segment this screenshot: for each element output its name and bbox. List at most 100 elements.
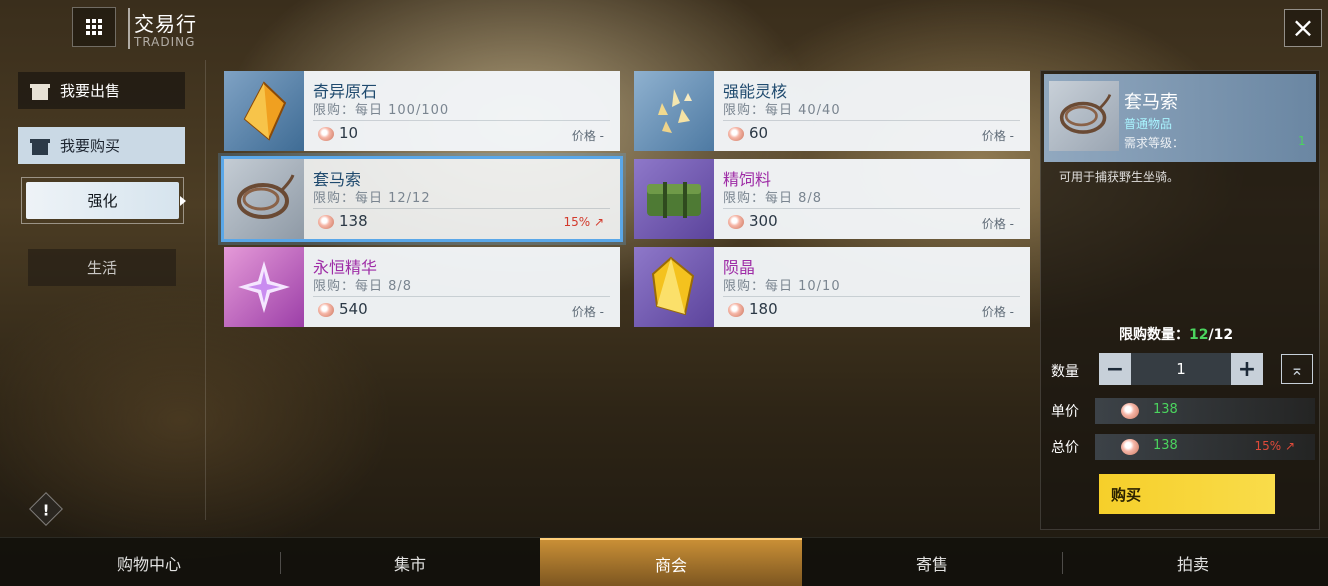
unit-price-value: 138: [1153, 402, 1178, 417]
price-trend: 价格 -: [981, 129, 1014, 143]
category-life[interactable]: 生活: [28, 249, 176, 286]
divider: [723, 120, 1020, 121]
quantity-input[interactable]: 1: [1131, 353, 1231, 385]
total-price-label: 总价: [1051, 440, 1079, 456]
yellow-crystal-icon: [651, 256, 695, 316]
buy-button[interactable]: 购买: [1099, 474, 1275, 514]
currency-icon: [318, 127, 334, 141]
item-thumb: [224, 159, 304, 239]
detail-description: 可用于捕获野生坐骑。: [1059, 170, 1180, 184]
item-price: 180: [749, 300, 778, 318]
info-icon[interactable]: !: [29, 492, 63, 526]
currency-icon: [728, 215, 744, 229]
price-trend: 15% ↗: [563, 215, 604, 229]
buy-nav-button[interactable]: 我要购买: [18, 127, 185, 164]
divider: [313, 208, 610, 209]
total-price-bar: 138 15% ↗: [1095, 434, 1315, 460]
currency-icon: [1121, 403, 1139, 419]
divider: [723, 208, 1020, 209]
item-card-selected[interactable]: 套马索 限购：每日 12/12 138 15% ↗: [221, 156, 623, 242]
item-limit: 限购：每日 8/8: [723, 191, 823, 206]
item-card[interactable]: 陨晶 限购：每日 10/10 180 价格 -: [634, 247, 1030, 327]
item-thumb: [634, 71, 714, 151]
item-thumb: [634, 159, 714, 239]
currency-icon: [728, 127, 744, 141]
item-price: 138: [339, 212, 368, 230]
detail-req-value: 1: [1298, 134, 1306, 148]
quantity-plus-button[interactable]: +: [1231, 353, 1263, 385]
close-button[interactable]: ×: [1284, 9, 1322, 47]
purchase-limit: 限购数量：12/12: [1119, 327, 1234, 343]
buy-label: 我要购买: [60, 137, 121, 155]
item-detail-panel: 套马索 普通物品 需求等级： 1 可用于捕获野生坐骑。 限购数量：12/12 数…: [1040, 70, 1320, 530]
currency-icon: [318, 215, 334, 229]
category-enhance-label: 强化: [87, 192, 118, 210]
item-card[interactable]: 永恒精华 限购：每日 8/8 540 价格 -: [224, 247, 620, 327]
divider: [313, 296, 610, 297]
detail-header: 套马索 普通物品 需求等级： 1: [1044, 74, 1316, 162]
unit-price-bar: 138: [1095, 398, 1315, 424]
total-price-trend: 15% ↗: [1254, 439, 1295, 453]
lasso-icon: [237, 174, 295, 219]
price-trend: 价格 -: [571, 305, 604, 319]
close-icon: ×: [1291, 11, 1315, 44]
tab-auction[interactable]: 拍卖: [1062, 538, 1324, 586]
tab-chamber[interactable]: 商会: [540, 538, 802, 586]
category-life-label: 生活: [86, 259, 117, 277]
item-price: 540: [339, 300, 368, 318]
price-trend: 价格 -: [981, 217, 1014, 231]
gift-icon: [30, 81, 50, 101]
quantity-max-button[interactable]: ⌅: [1281, 354, 1313, 384]
total-price-value: 138: [1153, 438, 1178, 453]
detail-req-label: 需求等级：: [1124, 136, 1185, 150]
page-title-block: 交易行 TRADING: [128, 8, 197, 49]
tab-shopping-center[interactable]: 购物中心: [18, 538, 280, 586]
currency-icon: [318, 303, 334, 317]
price-trend: 价格 -: [981, 305, 1014, 319]
unit-price-label: 单价: [1051, 404, 1079, 420]
menu-grid-button[interactable]: [72, 7, 116, 47]
item-limit: 限购：每日 10/10: [723, 279, 841, 294]
item-card[interactable]: 强能灵核 限购：每日 40/40 60 价格 -: [634, 71, 1030, 151]
orange-crystal-icon: [243, 81, 287, 141]
grid-icon: [86, 19, 102, 35]
item-limit: 限购：每日 12/12: [313, 191, 431, 206]
currency-icon: [1121, 439, 1139, 455]
divider: [313, 120, 610, 121]
hay-bale-icon: [647, 182, 701, 218]
item-price: 10: [339, 124, 359, 142]
item-limit: 限购：每日 100/100: [313, 103, 450, 118]
detail-thumb: [1049, 81, 1119, 151]
item-thumb: [224, 247, 304, 327]
tab-consignment[interactable]: 寄售: [802, 538, 1062, 586]
price-trend: 价格 -: [571, 129, 604, 143]
quantity-label: 数量: [1051, 364, 1079, 380]
lasso-icon: [1059, 94, 1112, 134]
item-thumb: [224, 71, 304, 151]
divider: [205, 60, 206, 520]
tab-market[interactable]: 集市: [280, 538, 540, 586]
sparkle-essence-icon: [238, 261, 290, 313]
selected-arrow-icon: [180, 196, 186, 206]
item-limit: 限购：每日 8/8: [313, 279, 413, 294]
item-price: 300: [749, 212, 778, 230]
category-enhance[interactable]: 强化: [26, 182, 179, 219]
bottom-tab-bar: 购物中心 集市 商会 寄售 拍卖: [0, 537, 1328, 586]
sell-nav-button[interactable]: 我要出售: [18, 72, 185, 109]
gift-icon: [30, 136, 50, 156]
currency-icon: [728, 303, 744, 317]
page-title: 交易行: [134, 12, 197, 36]
quantity-minus-button[interactable]: −: [1099, 353, 1131, 385]
item-price: 60: [749, 124, 769, 142]
item-thumb: [634, 247, 714, 327]
item-card[interactable]: 精饲料 限购：每日 8/8 300 价格 -: [634, 159, 1030, 239]
sell-label: 我要出售: [60, 82, 121, 100]
divider: [723, 296, 1020, 297]
max-icon: ⌅: [1290, 359, 1304, 379]
crystal-shards-icon: [658, 89, 692, 133]
detail-rarity: 普通物品: [1124, 117, 1173, 131]
item-limit: 限购：每日 40/40: [723, 103, 841, 118]
detail-name: 套马索: [1124, 92, 1178, 113]
page-subtitle: TRADING: [134, 35, 196, 49]
item-card[interactable]: 奇异原石 限购：每日 100/100 10 价格 -: [224, 71, 620, 151]
